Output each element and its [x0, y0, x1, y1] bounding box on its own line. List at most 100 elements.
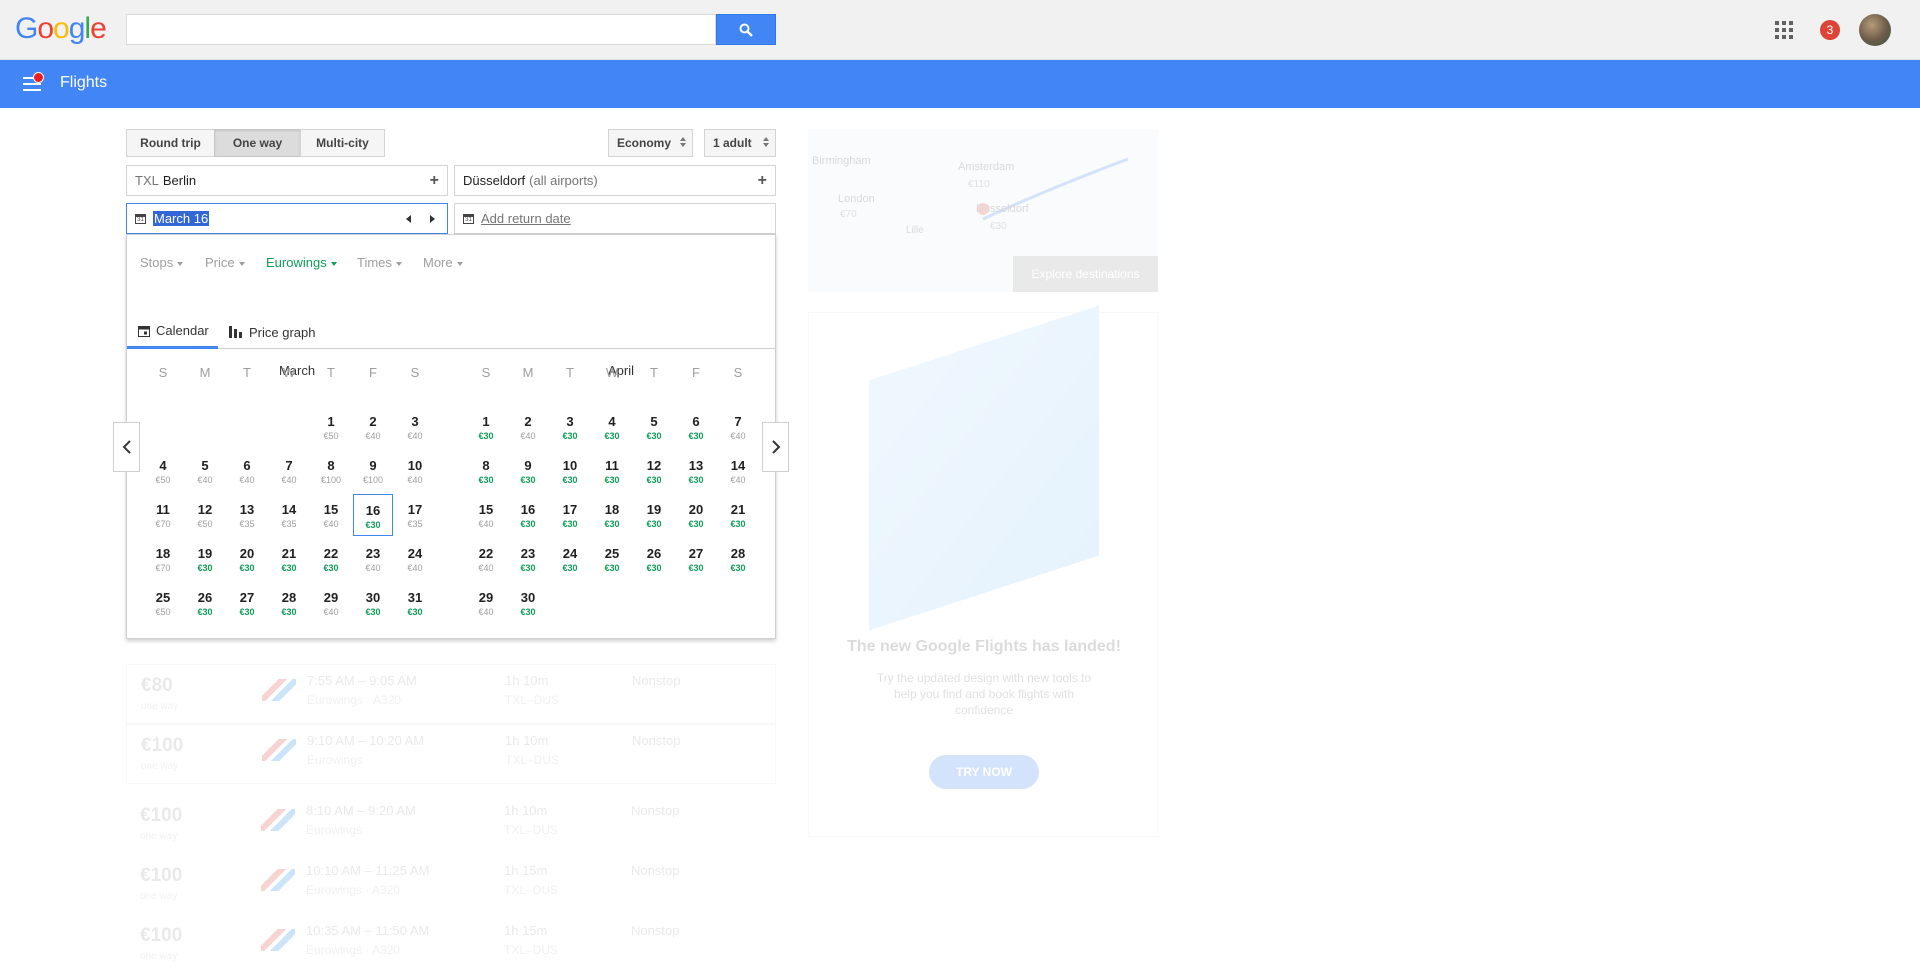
more-filter[interactable]: More [423, 255, 463, 270]
calendar-day[interactable]: 25 €50 [143, 582, 183, 624]
calendar-day[interactable]: 12 €30 [634, 450, 674, 492]
previous-date-icon[interactable] [406, 215, 411, 223]
return-date-field[interactable]: 31 Add return date [454, 203, 776, 234]
flight-result-row[interactable]: €100 one way 10:10 AM – 11:25 AM Eurowings … [126, 855, 776, 915]
explore-destinations-button[interactable]: Explore destinations [1013, 256, 1158, 292]
calendar-day[interactable]: 8 €30 [466, 450, 506, 492]
calendar-day[interactable]: 3 €40 [395, 406, 435, 448]
calendar-day[interactable]: 12 €50 [185, 494, 225, 536]
destination-field[interactable]: Düsseldorf (all airports) + [454, 165, 776, 196]
calendar-day[interactable]: 30 €30 [508, 582, 548, 624]
calendar-day[interactable]: 6 €40 [227, 450, 267, 492]
stops-filter[interactable]: Stops [140, 255, 184, 270]
calendar-day[interactable]: 5 €40 [185, 450, 225, 492]
calendar-day[interactable]: 1 €50 [311, 406, 351, 448]
calendar-day[interactable]: 9 €100 [353, 450, 393, 492]
calendar-day[interactable]: 15 €40 [466, 494, 506, 536]
calendar-day[interactable]: 13 €35 [227, 494, 267, 536]
calendar-day[interactable]: 31 €30 [395, 582, 435, 624]
calendar-day[interactable]: 19 €30 [634, 494, 674, 536]
calendar-day[interactable]: 3 €30 [550, 406, 590, 448]
map-preview[interactable]: Birmingham London Amsterdam Düsseldorf L… [808, 129, 1158, 292]
calendar-day[interactable]: 10 €40 [395, 450, 435, 492]
flight-result-row[interactable]: €80 one way 7:55 AM – 9:05 AM Eurowings · A… [126, 664, 776, 724]
calendar-day[interactable]: 18 €30 [592, 494, 632, 536]
calendar-day[interactable]: 26 €30 [185, 582, 225, 624]
calendar-day[interactable]: 20 €30 [676, 494, 716, 536]
flight-result-row[interactable]: €100 one way 10:35 AM – 11:50 AM Eurowings … [126, 915, 776, 975]
calendar-day[interactable]: 21 €30 [718, 494, 758, 536]
depart-date-field[interactable]: 31 March 16 [126, 203, 448, 234]
calendar-day[interactable]: 25 €30 [592, 538, 632, 580]
calendar-day[interactable]: 17 €30 [550, 494, 590, 536]
calendar-day[interactable]: 10 €30 [550, 450, 590, 492]
calendar-day[interactable]: 18 €70 [143, 538, 183, 580]
calendar-day[interactable]: 28 €30 [269, 582, 309, 624]
calendar-day[interactable]: 29 €40 [311, 582, 351, 624]
one-way-button[interactable]: One way [214, 129, 301, 157]
tab-price-graph[interactable]: Price graph [229, 315, 315, 349]
calendar-day[interactable]: 23 €40 [353, 538, 393, 580]
calendar-day[interactable]: 20 €30 [227, 538, 267, 580]
calendar-day[interactable]: 4 €50 [143, 450, 183, 492]
calendar-day[interactable]: 11 €70 [143, 494, 183, 536]
times-filter[interactable]: Times [357, 255, 402, 270]
price-filter[interactable]: Price [205, 255, 245, 270]
calendar-day[interactable]: 21 €30 [269, 538, 309, 580]
calendar-day[interactable]: 19 €30 [185, 538, 225, 580]
day-number: 19 [197, 546, 213, 561]
round-trip-button[interactable]: Round trip [126, 129, 215, 157]
calendar-day[interactable]: 6 €30 [676, 406, 716, 448]
calendar-day[interactable]: 1 €30 [466, 406, 506, 448]
calendar-day[interactable]: 14 €35 [269, 494, 309, 536]
map-label: Birmingham [812, 155, 871, 167]
calendar-day[interactable]: 7 €40 [718, 406, 758, 448]
airline-filter[interactable]: Eurowings [266, 255, 337, 270]
map-price: €30 [990, 221, 1007, 232]
calendar-day[interactable]: 16 €30 [508, 494, 548, 536]
calendar-day[interactable]: 2 €40 [508, 406, 548, 448]
next-date-icon[interactable] [430, 215, 435, 223]
cabin-select[interactable]: Economy [608, 129, 693, 157]
calendar-day[interactable]: 11 €30 [592, 450, 632, 492]
flight-result-row[interactable]: €100 one way 8:10 AM – 9:20 AM Eurowings 1h … [126, 795, 776, 855]
flight-result-row[interactable]: €100 one way 9:10 AM – 10:20 AM Eurowings 1h… [126, 724, 776, 784]
origin-field[interactable]: TXL Berlin + [126, 165, 448, 196]
calendar-day[interactable]: 16 €30 [353, 494, 393, 536]
multi-city-button[interactable]: Multi-city [300, 129, 385, 157]
airline-logo-icon [262, 679, 296, 701]
calendar-day[interactable]: 2 €40 [353, 406, 393, 448]
calendar-day[interactable]: 23 €30 [508, 538, 548, 580]
calendar-day[interactable]: 28 €30 [718, 538, 758, 580]
calendar-day[interactable]: 22 €30 [311, 538, 351, 580]
calendar-day[interactable]: 24 €30 [550, 538, 590, 580]
next-month-button[interactable] [762, 422, 789, 472]
calendar-day[interactable]: 17 €35 [395, 494, 435, 536]
day-price: €70 [155, 519, 171, 529]
tab-calendar[interactable]: Calendar [127, 315, 218, 349]
calendar-day[interactable]: 27 €30 [227, 582, 267, 624]
calendar-day[interactable]: 30 €30 [353, 582, 393, 624]
calendar-day[interactable]: 26 €30 [634, 538, 674, 580]
add-origin-icon[interactable]: + [430, 172, 439, 190]
depart-date-value[interactable]: March 16 [153, 211, 210, 226]
calendar-day[interactable]: 9 €30 [508, 450, 548, 492]
return-date-placeholder[interactable]: Add return date [481, 211, 571, 226]
calendar-day[interactable]: 27 €30 [676, 538, 716, 580]
add-destination-icon[interactable]: + [758, 172, 767, 190]
passengers-select[interactable]: 1 adult [704, 129, 776, 157]
calendar-day[interactable]: 8 €100 [311, 450, 351, 492]
calendar-day[interactable]: 22 €40 [466, 538, 506, 580]
day-number: 31 [407, 590, 423, 605]
previous-month-button[interactable] [113, 422, 140, 472]
calendar-day[interactable]: 7 €40 [269, 450, 309, 492]
calendar-day[interactable]: 13 €30 [676, 450, 716, 492]
calendar-day[interactable]: 24 €40 [395, 538, 435, 580]
calendar-day[interactable]: 29 €40 [466, 582, 506, 624]
calendar-day[interactable]: 15 €40 [311, 494, 351, 536]
calendar-day[interactable]: 4 €30 [592, 406, 632, 448]
calendar-day[interactable]: 5 €30 [634, 406, 674, 448]
weekday-label: T [327, 365, 335, 380]
calendar-day[interactable]: 14 €40 [718, 450, 758, 492]
try-now-button[interactable]: TRY NOW [929, 755, 1039, 789]
